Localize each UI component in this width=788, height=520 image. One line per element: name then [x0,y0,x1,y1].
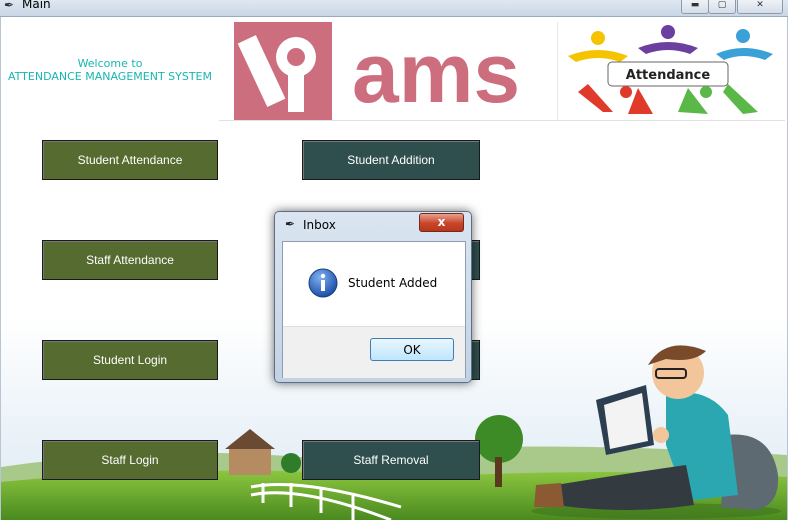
dialog-feather-icon: ✒ [285,217,296,231]
maximize-button[interactable]: ▢ [708,0,736,14]
staff-login-button[interactable]: Staff Login [42,440,218,480]
welcome-text: Welcome to ATTENDANCE MANAGEMENT SYSTEM [1,57,219,83]
student-login-button[interactable]: Student Login [42,340,218,380]
inbox-dialog: ✒ Inbox x Student Added OK [274,211,472,383]
title-bar: ✒ Main ▬ ▢ ✕ [0,0,788,17]
welcome-line-1: Welcome to [77,57,143,70]
ok-button[interactable]: OK [370,338,454,361]
staff-attendance-button[interactable]: Staff Attendance [42,240,218,280]
ams-logo-text: ams [352,26,520,120]
student-attendance-button[interactable]: Student Attendance [42,140,218,180]
window-title: Main [22,0,51,11]
dialog-message: Student Added [348,276,438,290]
attendance-image-text: Attendance [626,68,711,83]
close-window-button[interactable]: ✕ [737,0,783,14]
ams-logo-icon: ams [234,22,520,120]
attendance-image: Attendance [557,22,783,120]
staff-removal-button[interactable]: Staff Removal [302,440,480,480]
app-feather-icon: ✒ [4,0,15,12]
attendance-people-icon: Attendance [568,25,773,114]
student-addition-button[interactable]: Student Addition [302,140,480,180]
dialog-title: Inbox [303,218,336,232]
ams-logo-banner: ams [234,22,557,120]
dialog-close-button[interactable]: x [419,213,464,232]
dialog-body: Student Added OK [282,241,466,378]
info-icon [308,268,338,298]
student-reading-illustration [531,345,781,519]
minimize-button[interactable]: ▬ [681,0,709,14]
divider [219,120,785,121]
welcome-line-2: ATTENDANCE MANAGEMENT SYSTEM [7,70,213,83]
